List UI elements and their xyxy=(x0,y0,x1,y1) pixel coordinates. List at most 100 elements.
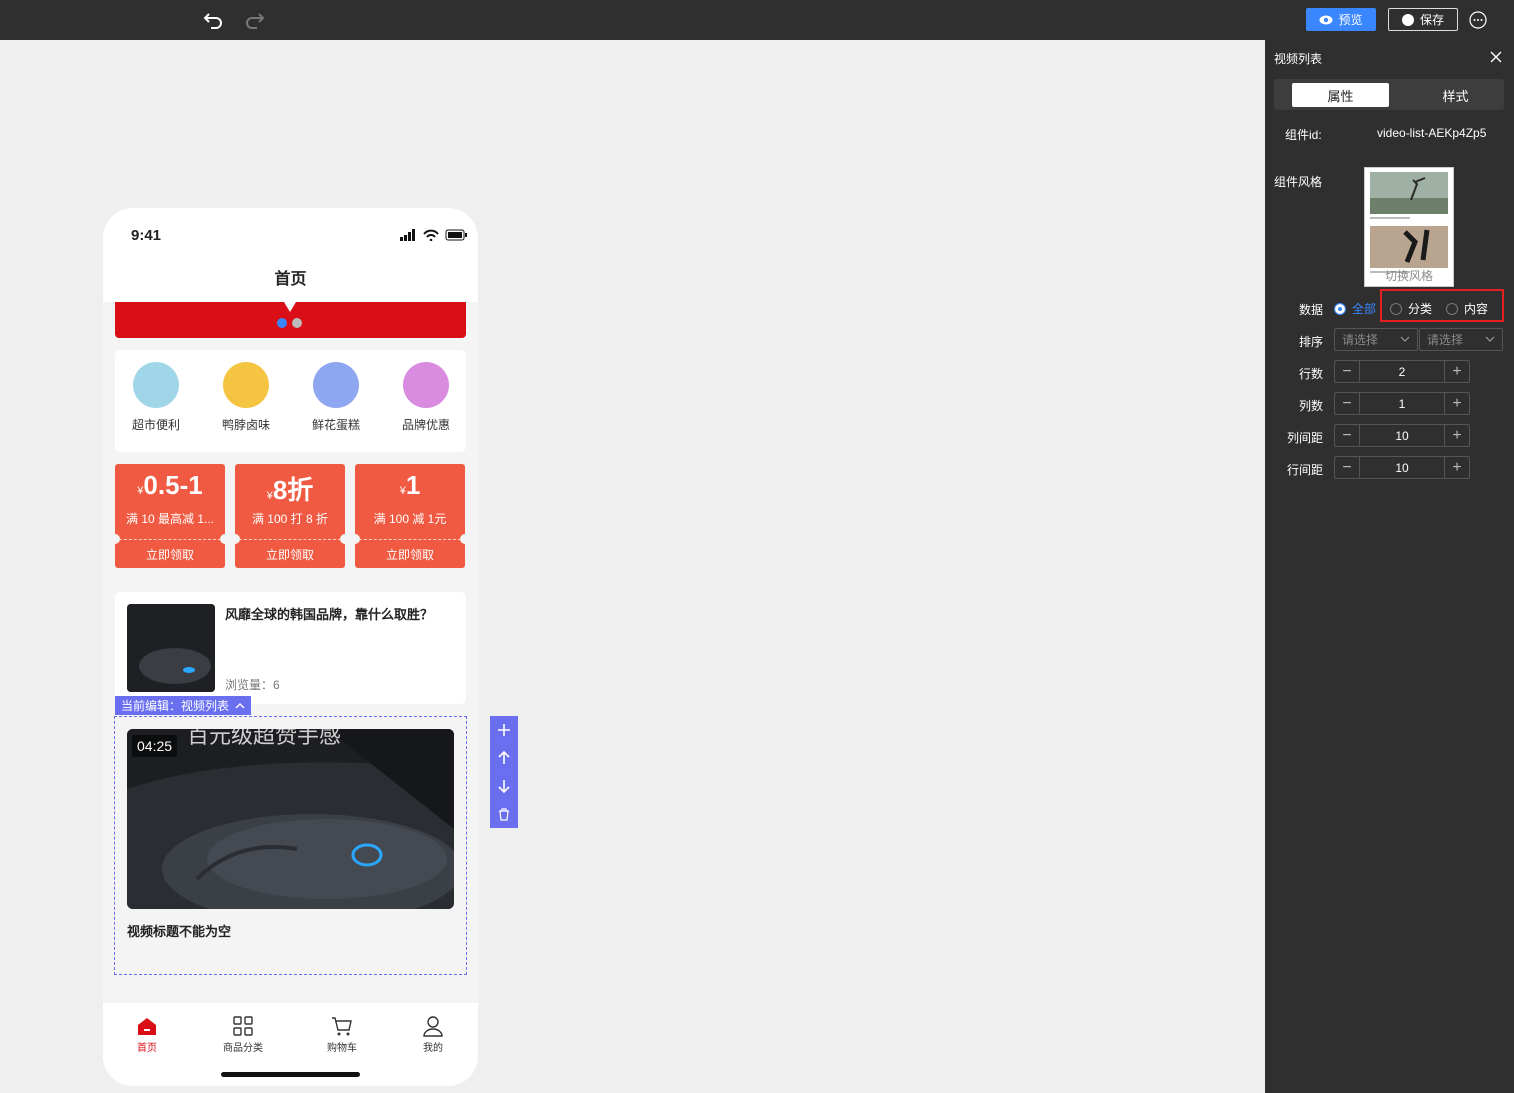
coupon-notch xyxy=(460,534,470,544)
coupon-card[interactable]: ¥1 满 100 减 1元 立即领取 xyxy=(350,464,470,568)
tab-cart-label: 购物车 xyxy=(327,1043,357,1054)
tab-home[interactable]: 首页 xyxy=(107,1015,187,1054)
category-item[interactable]: 鸭脖卤味 xyxy=(211,362,281,433)
page-title: 首页 xyxy=(103,263,478,302)
home-indicator xyxy=(221,1072,360,1077)
increment-button[interactable]: + xyxy=(1444,425,1469,446)
increment-button[interactable]: + xyxy=(1444,361,1469,382)
decrement-button[interactable]: − xyxy=(1335,393,1360,414)
close-icon[interactable] xyxy=(1490,51,1502,63)
coupon-value: 0.5-1 xyxy=(143,470,203,500)
radio-all[interactable]: 全部 xyxy=(1334,300,1376,317)
tab-home-label: 首页 xyxy=(137,1043,157,1054)
column-gap-stepper[interactable]: − 10 + xyxy=(1334,424,1470,447)
preview-button[interactable]: 预览 xyxy=(1306,8,1376,31)
redo-icon[interactable] xyxy=(243,8,267,32)
style-thumbnail[interactable]: 切换风格 xyxy=(1364,167,1454,287)
claim-button[interactable]: 立即领取 xyxy=(235,546,345,563)
sort-label: 排序 xyxy=(1298,335,1323,349)
more-icon[interactable] xyxy=(1469,11,1487,29)
coupon-notch xyxy=(230,534,240,544)
decrement-button[interactable]: − xyxy=(1335,425,1360,446)
coupon-notch xyxy=(350,534,360,544)
category-item[interactable]: 鲜花蛋糕 xyxy=(301,362,371,433)
coupon-amount: ¥1 xyxy=(355,470,465,501)
tab-cart[interactable]: 购物车 xyxy=(302,1015,382,1054)
tab-style[interactable]: 样式 xyxy=(1407,83,1504,107)
tab-categories[interactable]: 商品分类 xyxy=(203,1015,283,1054)
user-icon xyxy=(423,1016,443,1037)
status-icons xyxy=(400,229,467,241)
row-gap-value[interactable]: 10 xyxy=(1360,457,1444,478)
add-button[interactable] xyxy=(490,716,518,744)
sort-select-1[interactable]: 请选择 xyxy=(1334,328,1418,351)
columns-value[interactable]: 1 xyxy=(1360,393,1444,414)
increment-button[interactable]: + xyxy=(1444,457,1469,478)
switch-style-label[interactable]: 切换风格 xyxy=(1365,267,1453,284)
article-card[interactable]: 风靡全球的韩国品牌，靠什么取胜？ 浏览量：6 xyxy=(115,592,466,704)
article-thumbnail xyxy=(127,604,215,692)
panel-title: 视频列表 xyxy=(1274,52,1323,66)
video-duration: 04:25 xyxy=(132,735,178,757)
category-label: 鲜花蛋糕 xyxy=(311,418,360,432)
component-id-label: 组件id: xyxy=(1285,128,1322,142)
category-item[interactable]: 品牌优惠 xyxy=(391,362,461,433)
column-gap-label: 列间距 xyxy=(1286,431,1323,445)
radio-circle-selected xyxy=(1334,302,1346,315)
divider xyxy=(359,539,461,540)
coupon-notch xyxy=(110,534,120,544)
move-down-button[interactable] xyxy=(490,772,518,800)
column-gap-value[interactable]: 10 xyxy=(1360,425,1444,446)
article-views: 浏览量：6 xyxy=(225,678,280,692)
chevron-up-icon[interactable] xyxy=(235,702,245,710)
mouse-image xyxy=(127,604,215,692)
rows-label: 行数 xyxy=(1298,367,1323,381)
tab-me[interactable]: 我的 xyxy=(393,1015,473,1054)
editing-tag-label: 当前编辑：视频列表 xyxy=(121,699,230,713)
editing-tag[interactable]: 当前编辑：视频列表 xyxy=(115,696,252,715)
kettle-icon xyxy=(133,362,179,408)
snack-icon xyxy=(223,362,269,408)
move-up-button[interactable] xyxy=(490,744,518,772)
claim-button[interactable]: 立即领取 xyxy=(355,546,465,563)
status-time: 9:41 xyxy=(131,227,162,244)
grid-icon xyxy=(233,1016,253,1036)
rows-value[interactable]: 2 xyxy=(1360,361,1444,382)
home-icon xyxy=(138,1018,156,1035)
coupon-card[interactable]: ¥0.5-1 满 10 最高减 1... 立即领取 xyxy=(110,464,230,568)
cosmetics-icon xyxy=(403,362,449,408)
columns-label: 列数 xyxy=(1298,399,1323,413)
category-item[interactable]: 超市便利 xyxy=(121,362,191,433)
trash-icon xyxy=(499,807,509,821)
sort-select-2[interactable]: 请选择 xyxy=(1419,328,1503,351)
claim-button[interactable]: 立即领取 xyxy=(115,546,225,563)
article-title: 风靡全球的韩国品牌，靠什么取胜？ xyxy=(225,607,434,622)
tab-properties[interactable]: 属性 xyxy=(1292,83,1389,107)
delete-button[interactable] xyxy=(490,800,518,828)
category-label: 品牌优惠 xyxy=(401,418,450,432)
divider xyxy=(239,539,341,540)
category-nav: 超市便利 鸭脖卤味 鲜花蛋糕 品牌优惠 xyxy=(115,350,466,452)
coupon-amount: ¥8折 xyxy=(235,470,345,507)
row-gap-label: 行间距 xyxy=(1286,463,1323,477)
component-toolbar xyxy=(490,716,518,828)
increment-button[interactable]: + xyxy=(1444,393,1469,414)
chevron-down-icon xyxy=(1400,336,1410,342)
decrement-button[interactable]: − xyxy=(1335,457,1360,478)
columns-stepper[interactable]: − 1 + xyxy=(1334,392,1470,415)
component-id-value: video-list-AEKp4Zp5 xyxy=(1377,126,1487,140)
chevron-down-icon xyxy=(1485,336,1495,342)
decrement-button[interactable]: − xyxy=(1335,361,1360,382)
coupon-card[interactable]: ¥8折 满 100 打 8 折 立即领取 xyxy=(230,464,350,568)
carousel-dot[interactable] xyxy=(292,318,302,328)
preview-label: 预览 xyxy=(1338,13,1363,27)
row-gap-stepper[interactable]: − 10 + xyxy=(1334,456,1470,479)
arrow-up-icon xyxy=(498,751,510,764)
video-title: 视频标题不能为空 xyxy=(127,924,232,939)
undo-icon[interactable] xyxy=(201,8,225,32)
coupon-value: 8折 xyxy=(272,475,314,505)
save-button[interactable]: 保存 xyxy=(1388,8,1458,31)
carousel-dot-active[interactable] xyxy=(277,318,287,328)
rows-stepper[interactable]: − 2 + xyxy=(1334,360,1470,383)
coupon-desc: 满 100 减 1元 xyxy=(373,512,447,526)
